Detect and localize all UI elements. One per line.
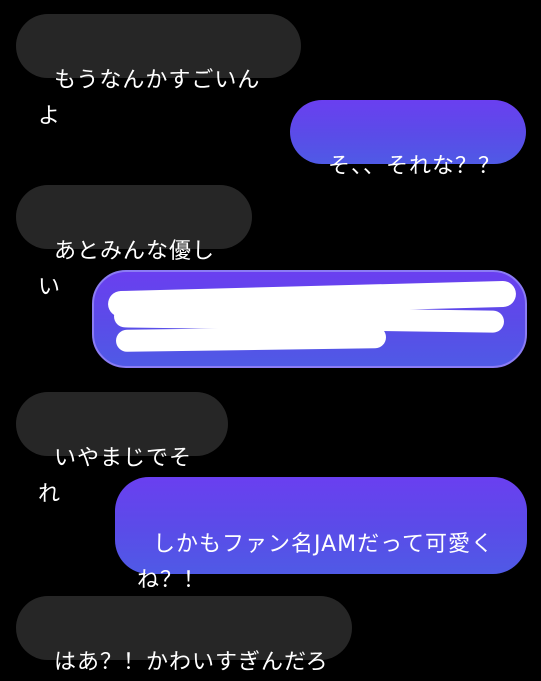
sent-message-bubble-redacted[interactable]	[92, 270, 527, 368]
received-message-bubble[interactable]: もうなんかすごいんよ	[16, 14, 301, 129]
sent-message-bubble[interactable]: しかもファン名JAMだって可愛く ね？！	[115, 477, 527, 593]
message-text: しかもファン名JAMだって可愛く ね？！	[137, 532, 495, 593]
redaction-scribble	[115, 326, 387, 352]
received-message-bubble[interactable]: はあ？！かわいすぎんだろ	[16, 596, 352, 675]
received-message-bubble[interactable]: いやまじでそれ	[16, 392, 228, 507]
message-text: そ、、それな？？	[328, 154, 502, 179]
message-text: はあ？！かわいすぎんだろ	[54, 650, 329, 675]
message-text: もうなんかすごいんよ	[38, 68, 261, 129]
sent-message-bubble[interactable]: そ、、それな？？	[290, 100, 526, 179]
received-message-bubble[interactable]: あとみんな優しい	[16, 185, 252, 300]
